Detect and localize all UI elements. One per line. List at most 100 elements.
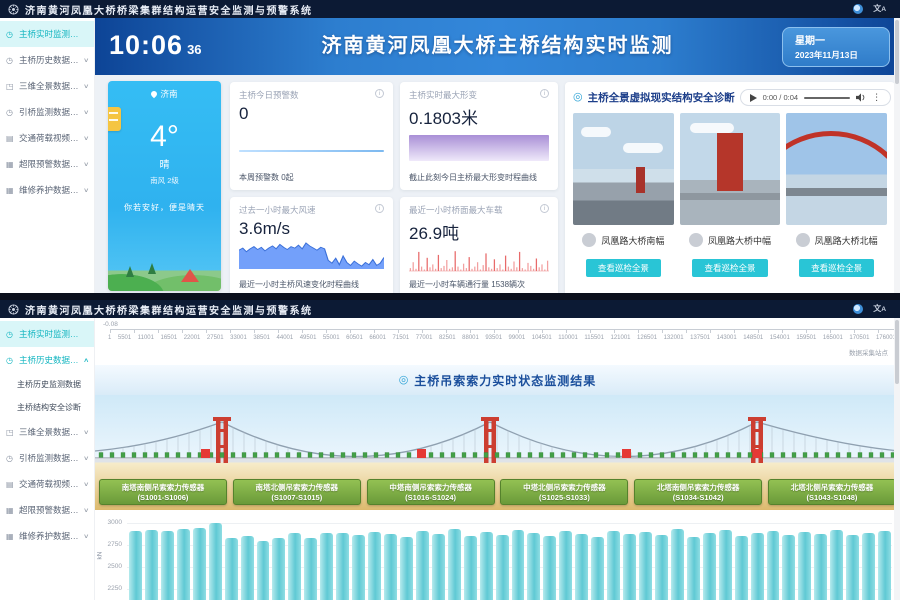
chevron-down-icon: ∨ [83, 135, 89, 142]
axis-tick-label: 60501 [346, 335, 363, 341]
y-tick-label: 2750 [95, 541, 122, 548]
volume-icon[interactable] [856, 93, 866, 102]
sensor-group-range: (S1025-S1033) [501, 493, 627, 502]
video-progress-bar[interactable] [804, 97, 850, 99]
chevron-down-icon: ∨ [83, 109, 89, 116]
sidebar-item[interactable]: ◷ 主桥历史数据查询 ∨ [0, 47, 94, 73]
force-bar [257, 541, 270, 600]
info-icon[interactable] [375, 89, 384, 98]
app-logo-icon [8, 304, 19, 315]
more-options-icon[interactable]: ⋮ [872, 93, 881, 102]
sensor-group-button[interactable]: 南塔南侧吊索索力传感器 (S1001-S1006) [99, 479, 227, 505]
play-icon[interactable] [750, 94, 757, 102]
axis-edge-label: -0.08 [103, 321, 118, 328]
bridge-illustration: 南塔南侧吊索索力传感器 (S1001-S1006) 南塔北侧吊索索力传感器 (S… [95, 395, 900, 510]
camera-thumbnail-middle[interactable] [680, 113, 781, 225]
sidebar-item[interactable]: ▦ 超限预警数据查询 ∨ [0, 151, 94, 177]
sidebar-item[interactable]: ▦ 维修养护数据查询 ∨ [0, 523, 94, 549]
sidebar-item[interactable]: ▦ 超限预警数据查询 ∨ [0, 497, 94, 523]
menu-icon: ▤ [6, 134, 15, 143]
menu-icon: ▤ [6, 480, 15, 489]
axis-tick-label: 115501 [584, 335, 604, 341]
wind-sparkline-chart [239, 241, 384, 271]
tent-icon [181, 269, 199, 282]
view-panorama-button[interactable]: 查看巡检全景 [799, 259, 874, 277]
scrollbar-thumb[interactable] [895, 320, 899, 384]
sidebar-item[interactable]: ◷ 主桥历史数据查询 ∧ [0, 347, 94, 373]
menu-icon: ◷ [6, 30, 15, 39]
camera-cell: 凤凰路大桥北幅 查看巡检全景 [786, 233, 887, 277]
extension-icon[interactable] [853, 4, 863, 14]
sensor-group-range: (S1043-S1048) [769, 493, 895, 502]
sensor-group-button[interactable]: 北塔南侧吊索索力传感器 (S1034-S1042) [634, 479, 762, 505]
sensor-group-button[interactable]: 中塔北侧吊索索力传感器 (S1025-S1033) [500, 479, 628, 505]
extension-icon[interactable] [853, 304, 863, 314]
force-bar [591, 537, 604, 600]
force-bar [830, 530, 843, 600]
axis-tick-label: 132001 [664, 335, 684, 341]
sidebar-item[interactable]: 主桥历史监测数据 [0, 373, 94, 396]
chevron-icon: ∨ [83, 533, 89, 540]
force-bar [607, 531, 620, 600]
video-player-controls: 0:00 / 0:04 ⋮ [740, 89, 891, 106]
sidebar-item[interactable]: ◷ 主桥实时监测大屏 [0, 321, 94, 347]
sidebar-item[interactable]: ▦ 维修养护数据查询 ∨ [0, 177, 94, 203]
camera-thumbnail-south[interactable] [573, 113, 674, 225]
sensor-group-button[interactable]: 中塔南侧吊索索力传感器 (S1016-S1024) [367, 479, 495, 505]
translate-icon[interactable]: 文A [873, 305, 886, 314]
card-title: 主桥今日预警数 [239, 89, 299, 101]
chevron-icon: ∨ [83, 455, 89, 462]
avatar [582, 233, 596, 247]
chevron-icon: ∨ [83, 481, 89, 488]
sidebar-item[interactable]: ▤ 交通荷载视频监测 ∨ [0, 125, 94, 151]
card-max-wind: 过去一小时最大风速 3.6m/s 最近一小时主桥风速变化时程曲线 [230, 197, 393, 293]
scrollbar-thumb[interactable] [895, 20, 899, 84]
sidebar-item[interactable]: ◳ 三维全景数据查询 ∨ [0, 73, 94, 99]
menu-icon: ▦ [6, 506, 15, 515]
info-icon[interactable] [540, 204, 549, 213]
force-bar [878, 531, 891, 600]
info-icon[interactable] [375, 204, 384, 213]
sidebar-item[interactable]: ◷ 引桥监测数据查询 ∨ [0, 445, 94, 471]
chevron-down-icon: ∨ [83, 57, 89, 64]
suspension-cables [95, 422, 900, 457]
scrollbar[interactable] [894, 18, 900, 293]
card-value: 0 [239, 104, 384, 124]
date-box: 星期一 2023年11月13日 [782, 27, 890, 67]
main-area-top: 10:06 36 济南黄河凤凰大桥主桥结构实时监测 星期一 2023年11月13… [95, 18, 900, 293]
sensor-group-button[interactable]: 北塔北侧吊索索力传感器 (S1043-S1048) [768, 479, 896, 505]
force-bar [846, 535, 859, 600]
info-icon[interactable] [540, 89, 549, 98]
view-panorama-button[interactable]: 查看巡检全景 [586, 259, 661, 277]
force-bar [432, 534, 445, 600]
sidebar-item-label: 主桥实时监测大屏 [19, 28, 84, 40]
weather-alert-badge[interactable] [108, 107, 121, 131]
sidebar-item[interactable]: ◷ 引桥监测数据查询 ∨ [0, 99, 94, 125]
sidebar-item[interactable]: 主桥结构安全诊断 [0, 396, 94, 419]
camera-name: 凤凰路大桥南幅 [601, 234, 664, 247]
camera-thumbnail-north[interactable] [786, 113, 887, 225]
view-panorama-button[interactable]: 查看巡检全景 [692, 259, 767, 277]
app-topbar: 济南黄河凤凰大桥桥梁集群结构运营安全监测与预警系统 文A [0, 0, 900, 18]
sidebar-item-label: 主桥历史数据查询 [19, 54, 80, 66]
video-time: 0:00 / 0:04 [763, 93, 798, 102]
sidebar-item[interactable]: ◳ 三维全景数据查询 ∨ [0, 419, 94, 445]
force-bar [193, 528, 206, 600]
sidebar-item[interactable]: ◷ 主桥实时监测大屏 [0, 21, 94, 47]
weather-slogan: 你若安好，便是晴天 [123, 202, 207, 215]
axis-tick-label: 121001 [610, 335, 630, 341]
translate-icon[interactable]: 文A [873, 5, 886, 14]
scrollbar[interactable] [894, 318, 900, 600]
sensor-group-button[interactable]: 南塔北侧吊索索力传感器 (S1007-S1015) [233, 479, 361, 505]
chevron-icon: ∧ [83, 357, 89, 364]
sensor-group-name: 北塔北侧吊索索力传感器 [769, 482, 895, 493]
sidebar-bottom: ◷ 主桥实时监测大屏 ◷ 主桥历史数据查询 ∧ 主桥历史监测数据 [0, 318, 95, 600]
axis-tick-label: 148501 [743, 335, 763, 341]
menu-icon: ◷ [6, 356, 15, 365]
card-max-vehicle-load: 最近一小时桥面最大车载 26.9吨 最近一小时车辆通行量 1538辆次 [400, 197, 558, 293]
dashboard-content: 济南 4° 晴 南风 2级 你若安好，便是晴天 主桥 [95, 75, 900, 293]
camera-cell: 凤凰路大桥南幅 查看巡检全景 [573, 233, 674, 277]
force-bar [480, 532, 493, 600]
sidebar-item[interactable]: ▤ 交通荷载视频监测 ∨ [0, 471, 94, 497]
card-footer: 截止此刻今日主桥最大形变时程曲线 [409, 172, 549, 183]
